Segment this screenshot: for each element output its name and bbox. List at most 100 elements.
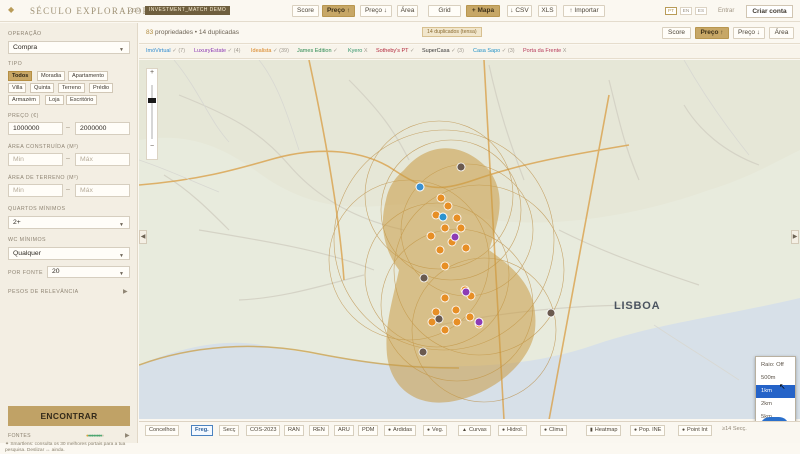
property-map[interactable]: + − ◀ ▶ LISBOA [139, 60, 800, 419]
sections-count-label: ≥14 Secç. [722, 426, 747, 432]
source-sothebys[interactable]: Sotheby's PT ✓ [376, 48, 415, 54]
radius-selector[interactable]: Raio: Off 500m 1km 2km 5km [755, 356, 796, 423]
map-canvas[interactable] [139, 60, 800, 419]
pin-icon: ● [682, 427, 686, 433]
type-chip-building[interactable]: Prédio [89, 83, 114, 93]
lang-pt-button[interactable]: PT [665, 7, 677, 15]
type-chip-warehouse[interactable]: Armazém [8, 95, 40, 105]
source-portadafrente[interactable]: Porta da Frente X [523, 48, 566, 54]
chevron-right-icon[interactable]: ▶ [125, 432, 130, 439]
layer-population-button[interactable]: ● Pop. INE [630, 425, 666, 436]
lang-en-button[interactable]: EN [680, 7, 692, 15]
radius-option-2km[interactable]: 2km [756, 398, 795, 411]
layer-ran-button[interactable]: RAN [284, 425, 304, 436]
sort-score-button[interactable]: Score [662, 27, 691, 39]
fire-icon: ● [388, 427, 392, 433]
layer-vegetation-button[interactable]: ● Veg. [423, 425, 448, 436]
search-button[interactable]: ENCONTRAR [8, 406, 130, 426]
marker-luxuryestate[interactable] [474, 317, 484, 327]
source-supercasa[interactable]: SuperCasa ✓ (3) [422, 48, 464, 54]
zoom-slider-thumb[interactable] [148, 98, 156, 103]
type-chip-apartment[interactable]: Apartamento [68, 71, 109, 81]
header-sort-price-desc-button[interactable]: Preço ↓ [360, 5, 392, 17]
type-chip-all[interactable]: Todos [8, 71, 33, 81]
built-area-max-input[interactable]: Máx [75, 153, 130, 166]
type-chip-quinta[interactable]: Quinta [30, 83, 55, 93]
chevron-down-icon: ▼ [119, 253, 124, 259]
filters-sidebar: OPERAÇÃO Compra ▼ TIPO Todos Moradia Apa… [0, 23, 138, 453]
collapse-left-handle[interactable]: ◀ [139, 230, 147, 244]
top-bar: ◆ SÉCULO EXPLORADOR v239 INVESTMENT_MATC… [0, 0, 800, 22]
zoom-out-button[interactable]: − [147, 143, 157, 150]
marker-luxuryestate[interactable] [461, 287, 471, 297]
layer-points-interest-button[interactable]: ● Point Int [678, 425, 712, 436]
type-chip-land[interactable]: Terreno [58, 83, 85, 93]
water-icon: ● [502, 427, 506, 433]
create-account-button[interactable]: Criar conta [746, 5, 793, 18]
type-chip-house[interactable]: Moradia [37, 71, 66, 81]
zoom-in-button[interactable]: + [147, 69, 157, 76]
lang-es-button[interactable]: ES [695, 7, 707, 15]
layer-hydrology-button[interactable]: ● Hidrol. [498, 425, 528, 436]
land-area-max-input[interactable]: Máx [75, 184, 130, 197]
source-jamesedition[interactable]: James Edition ✓ [297, 48, 338, 54]
marker-casasapo[interactable] [438, 212, 448, 222]
source-luxuryestate[interactable]: LuxuryEstate ✓ (4) [194, 48, 241, 54]
zoom-control: + − [146, 68, 158, 160]
source-supercasa-name: SuperCasa [422, 48, 450, 54]
csv-export-button[interactable]: ↓ CSV [507, 5, 532, 17]
header-sort-price-asc-button[interactable]: Preço ↑ [322, 5, 355, 17]
marker-luxuryestate[interactable] [450, 232, 460, 242]
source-casasapo[interactable]: Casa Sapo ✓ (3) [473, 48, 515, 54]
chevron-right-icon[interactable]: ▶ [123, 288, 128, 295]
diamond-icon: ◆ [8, 5, 15, 14]
collapse-right-handle[interactable]: ▶ [791, 230, 799, 244]
login-link[interactable]: Entrar [718, 8, 734, 14]
wc-select[interactable]: Qualquer ▼ [8, 247, 130, 260]
layer-heatmap-button[interactable]: ▮ Heatmap [586, 425, 622, 436]
sort-price-desc-button[interactable]: Preço ↓ [733, 27, 765, 39]
layer-burned-button[interactable]: ● Ardidas [384, 425, 416, 436]
price-min-input[interactable]: 1000000 [8, 122, 63, 135]
xls-export-button[interactable]: XLS [538, 5, 557, 17]
per-source-select[interactable]: 20 ▼ [47, 266, 130, 278]
sort-area-button[interactable]: Área [769, 27, 794, 39]
grid-view-button[interactable]: Grid [428, 5, 461, 17]
relevance-label[interactable]: PESOS DE RELEVÂNCIA [8, 289, 79, 295]
map-view-button[interactable]: + Mapa [466, 5, 500, 17]
layer-seccoes-button[interactable]: Secç [219, 425, 240, 436]
leaf-icon: ● [427, 427, 431, 433]
type-chip-office[interactable]: Escritório [66, 95, 98, 105]
type-chip-shop[interactable]: Loja [45, 95, 64, 105]
range-separator: – [66, 186, 70, 193]
layer-climate-button[interactable]: ● Clima [540, 425, 568, 436]
import-button[interactable]: ↑ Importar [563, 5, 605, 17]
radius-option-500m[interactable]: 500m [756, 372, 795, 385]
layer-cos-button[interactable]: COS-2023 [246, 425, 281, 436]
layer-contours-button[interactable]: ▲ Curvas [458, 425, 491, 436]
radius-option-1km[interactable]: 1km [756, 385, 795, 398]
wc-label: WC MÍNIMOS [8, 237, 47, 243]
price-max-input[interactable]: 2000000 [75, 122, 130, 135]
source-imovirtual[interactable]: ImóVirtual ✓ (7) [146, 48, 185, 54]
type-chip-villa[interactable]: Villa [8, 83, 27, 93]
operation-select[interactable]: Compra ▼ [8, 41, 130, 54]
duplicates-badge[interactable]: 14 duplicados (tensa) [422, 27, 482, 37]
layer-concelhos-button[interactable]: Concelhos [145, 425, 180, 436]
sort-price-asc-button[interactable]: Preço ↑ [695, 27, 729, 39]
source-kyero[interactable]: Kyero X [348, 48, 368, 54]
zoom-slider[interactable] [151, 85, 153, 139]
layer-aru-button[interactable]: ARU [334, 425, 354, 436]
climate-icon: ● [544, 427, 548, 433]
bedrooms-select[interactable]: 2+ ▼ [8, 216, 130, 229]
built-area-min-input[interactable]: Min [8, 153, 63, 166]
header-sort-score-button[interactable]: Score [292, 5, 319, 17]
layer-freguesias-button[interactable]: Freg. [191, 425, 213, 436]
radius-option-off[interactable]: Raio: Off [756, 359, 795, 372]
layer-pdm-button[interactable]: PDM [358, 425, 379, 436]
source-idealista[interactable]: Idealista ✓ (39) [251, 48, 289, 54]
layer-ren-button[interactable]: REN [309, 425, 329, 436]
header-sort-area-button[interactable]: Área [397, 5, 418, 17]
marker-imovirtual[interactable] [415, 182, 425, 192]
land-area-min-input[interactable]: Min [8, 184, 63, 197]
